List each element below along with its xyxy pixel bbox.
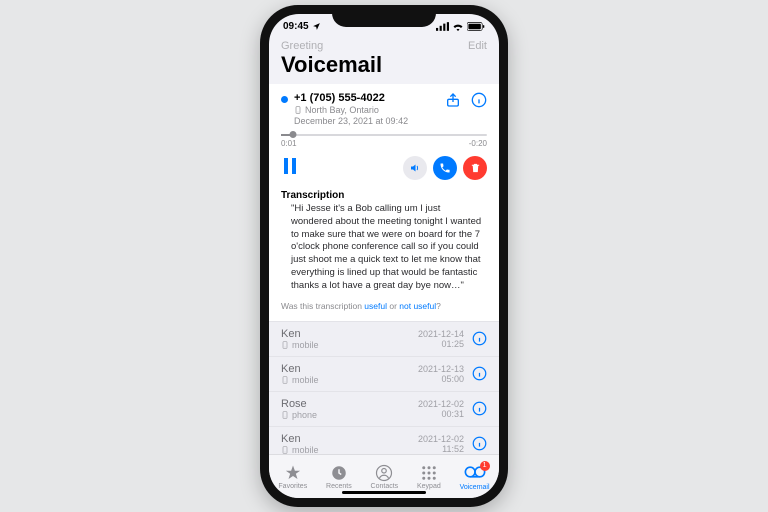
tab-favorites[interactable]: Favorites xyxy=(278,464,307,490)
transcription-heading: Transcription xyxy=(281,190,487,201)
caller-number: +1 (705) 555-4022 xyxy=(294,92,445,104)
list-item-meta: 2021-12-1305:00 xyxy=(418,364,464,384)
device-frame: 09:45 Greeting Edit Voicemail +1 (705) 5… xyxy=(260,5,508,507)
share-icon[interactable] xyxy=(445,92,461,108)
screen: 09:45 Greeting Edit Voicemail +1 (705) 5… xyxy=(269,14,499,498)
time-remaining: -0:20 xyxy=(469,139,487,148)
info-icon[interactable] xyxy=(472,366,487,381)
list-item-meta: 2021-12-0200:31 xyxy=(418,399,464,419)
battery-icon xyxy=(467,22,485,31)
location-arrow-icon xyxy=(312,22,321,31)
phone-type-icon xyxy=(281,376,289,384)
phone-type-icon xyxy=(294,106,302,114)
content: +1 (705) 555-4022 North Bay, Ontario Dec… xyxy=(269,84,499,454)
list-item-meta: 2021-12-0211:52 xyxy=(418,434,464,454)
status-time: 09:45 xyxy=(283,21,309,32)
info-icon[interactable] xyxy=(472,331,487,346)
tab-recents[interactable]: Recents xyxy=(326,464,352,490)
edit-button[interactable]: Edit xyxy=(468,40,487,52)
nav-bar: Greeting Edit xyxy=(269,38,499,52)
call-button[interactable] xyxy=(433,156,457,180)
list-item-name: Rose xyxy=(281,398,418,410)
voicemail-list: Kenmobile2021-12-1401:25Kenmobile2021-12… xyxy=(269,322,499,454)
pause-button[interactable] xyxy=(281,158,297,179)
tab-bar: Favorites Recents Contacts Keypad 1 Voic… xyxy=(269,454,499,498)
transcription-text: "Hi Jesse it's a Bob calling um I just w… xyxy=(281,203,487,293)
transcription-section: Transcription "Hi Jesse it's a Bob calli… xyxy=(281,190,487,311)
page-title: Voicemail xyxy=(269,52,499,84)
feedback-notuseful-link[interactable]: not useful xyxy=(399,301,436,311)
greeting-button[interactable]: Greeting xyxy=(281,40,323,52)
list-item-type: phone xyxy=(281,410,418,420)
info-icon[interactable] xyxy=(472,436,487,451)
list-item[interactable]: Kenmobile2021-12-1401:25 xyxy=(269,322,499,357)
list-item-name: Ken xyxy=(281,328,418,340)
feedback-prompt: Was this transcription useful or not use… xyxy=(281,301,487,311)
unread-dot-icon xyxy=(281,96,288,103)
phone-type-icon xyxy=(281,446,289,454)
phone-type-icon xyxy=(281,411,289,419)
list-item[interactable]: Rosephone2021-12-0200:31 xyxy=(269,392,499,427)
active-voicemail-card: +1 (705) 555-4022 North Bay, Ontario Dec… xyxy=(269,84,499,322)
voicemail-badge: 1 xyxy=(480,461,490,471)
list-item-name: Ken xyxy=(281,433,418,445)
info-icon[interactable] xyxy=(472,401,487,416)
delete-button[interactable] xyxy=(463,156,487,180)
list-item-meta: 2021-12-1401:25 xyxy=(418,329,464,349)
list-item[interactable]: Kenmobile2021-12-1305:00 xyxy=(269,357,499,392)
list-item-name: Ken xyxy=(281,363,418,375)
tab-voicemail[interactable]: 1 Voicemail xyxy=(460,463,490,491)
tab-contacts[interactable]: Contacts xyxy=(371,464,399,490)
cellular-icon xyxy=(436,22,449,31)
voicemail-date: December 23, 2021 at 09:42 xyxy=(294,116,445,126)
list-item-type: mobile xyxy=(281,375,418,385)
list-item-type: mobile xyxy=(281,445,418,454)
time-elapsed: 0:01 xyxy=(281,139,297,148)
feedback-useful-link[interactable]: useful xyxy=(364,301,387,311)
speaker-button[interactable] xyxy=(403,156,427,180)
caller-location: North Bay, Ontario xyxy=(305,105,379,115)
phone-type-icon xyxy=(281,341,289,349)
wifi-icon xyxy=(452,22,464,31)
scrubber[interactable]: 0:01 -0:20 xyxy=(281,134,487,148)
info-icon[interactable] xyxy=(471,92,487,108)
list-item[interactable]: Kenmobile2021-12-0211:52 xyxy=(269,427,499,454)
home-indicator[interactable] xyxy=(342,491,426,495)
list-item-type: mobile xyxy=(281,340,418,350)
playback-controls xyxy=(281,156,487,180)
notch xyxy=(332,5,436,27)
tab-keypad[interactable]: Keypad xyxy=(417,464,441,490)
